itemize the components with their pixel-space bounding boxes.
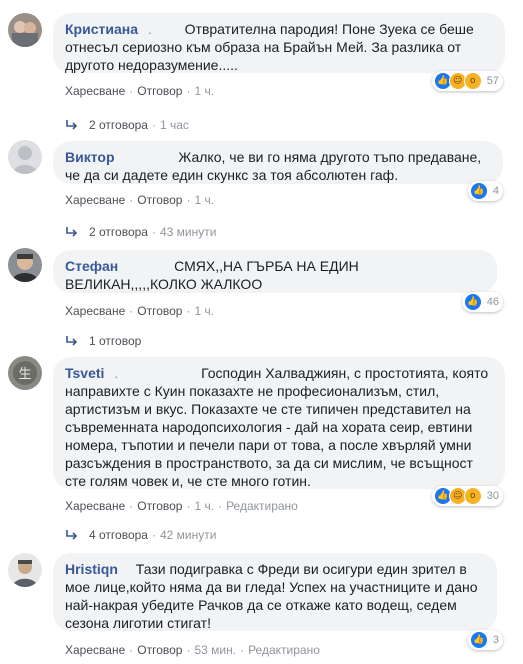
reaction-count: 3 xyxy=(492,634,499,646)
separator-dot: · xyxy=(129,304,134,318)
separator-dot: · xyxy=(151,118,156,132)
avatar[interactable] xyxy=(8,248,42,282)
svg-text:生: 生 xyxy=(18,367,31,382)
separator-dot: · xyxy=(129,643,134,657)
comment-author[interactable]: Стефан xyxy=(65,258,118,274)
avatar[interactable] xyxy=(8,553,42,587)
comment-bubble: Tsveti . Господин Халваджиян, с простоти… xyxy=(53,357,505,489)
name-separator: . xyxy=(114,365,118,381)
wow-icon: o xyxy=(463,487,482,505)
reaction-summary[interactable]: 👍 46 xyxy=(461,292,503,312)
comment-bubble: Виктор Жалко, че ви го няма другото тъпо… xyxy=(53,141,503,184)
comment-author[interactable]: Tsveti xyxy=(65,365,104,381)
reply-button[interactable]: Отговор xyxy=(137,193,182,207)
comment-author[interactable]: Виктор xyxy=(65,149,115,165)
like-button[interactable]: Харесване xyxy=(65,193,125,207)
avatar[interactable] xyxy=(8,13,42,47)
view-replies[interactable]: 1 отговор xyxy=(65,334,141,348)
comment-text: Тази подигравка с Фреди ви осигури един … xyxy=(65,561,478,631)
like-icon: 👍 xyxy=(463,293,482,311)
replies-time: 1 час xyxy=(159,118,189,132)
edited-label[interactable]: Редактирано xyxy=(248,643,320,657)
like-button[interactable]: Харесване xyxy=(65,499,125,513)
reaction-summary[interactable]: 👍 4 xyxy=(467,181,503,201)
separator-dot: · xyxy=(151,528,156,542)
replies-count[interactable]: 4 отговора xyxy=(89,528,148,542)
reaction-count: 46 xyxy=(486,296,499,308)
replies-count[interactable]: 2 отговора xyxy=(89,225,148,239)
reply-button[interactable]: Отговор xyxy=(137,84,182,98)
replies-count[interactable]: 1 отговор xyxy=(89,334,141,348)
separator-dot: · xyxy=(129,193,134,207)
replies-count[interactable]: 2 отговора xyxy=(89,118,148,132)
view-replies[interactable]: 2 отговора · 1 час xyxy=(65,118,189,132)
reply-arrow-icon xyxy=(66,336,78,346)
separator-dot: · xyxy=(186,84,191,98)
separator-dot: · xyxy=(218,499,223,513)
reaction-count: 4 xyxy=(492,185,499,197)
comment-text: Господин Халваджиян, с простотията, коят… xyxy=(65,365,489,489)
comment-actions: Харесване · Отговор · 1 ч. xyxy=(65,304,214,318)
reply-button[interactable]: Отговор xyxy=(137,499,182,513)
separator-dot: · xyxy=(186,304,191,318)
separator-dot: · xyxy=(129,499,134,513)
like-icon: 👍 xyxy=(469,182,488,200)
view-replies[interactable]: 4 отговора · 42 минути xyxy=(65,528,216,542)
timestamp[interactable]: 53 мин. xyxy=(194,643,236,657)
reply-arrow-icon xyxy=(66,120,78,130)
avatar[interactable] xyxy=(8,140,42,174)
reply-button[interactable]: Отговор xyxy=(137,643,182,657)
separator-dot: · xyxy=(186,193,191,207)
comment-actions: Харесване · Отговор · 1 ч. xyxy=(65,84,214,98)
comment-actions: Харесване · Отговор · 1 ч. xyxy=(65,193,214,207)
edited-label[interactable]: Редактирано xyxy=(226,499,298,513)
reaction-summary[interactable]: 👍 3 xyxy=(467,630,503,650)
timestamp[interactable]: 1 ч. xyxy=(194,193,214,207)
like-button[interactable]: Харесване xyxy=(65,84,125,98)
name-separator: . xyxy=(147,21,152,37)
comment-author[interactable]: Hristiqn xyxy=(65,561,118,577)
reply-button[interactable]: Отговор xyxy=(137,304,182,318)
avatar[interactable]: 生 xyxy=(8,356,42,390)
comment-actions: Харесване · Отговор · 1 ч. · Редактирано xyxy=(65,499,298,513)
separator-dot: · xyxy=(186,499,191,513)
replies-time: 42 минути xyxy=(159,528,217,542)
reaction-count: 57 xyxy=(486,75,499,87)
view-replies[interactable]: 2 отговора · 43 минути xyxy=(65,225,216,239)
like-button[interactable]: Харесване xyxy=(65,304,125,318)
timestamp[interactable]: 1 ч. xyxy=(194,499,214,513)
comment-author[interactable]: Кристиана xyxy=(65,21,138,37)
comment-text: Жалко, че ви го няма другото тъпо предав… xyxy=(65,149,482,183)
reply-arrow-icon xyxy=(66,530,78,540)
replies-time: 43 минути xyxy=(159,225,217,239)
timestamp[interactable]: 1 ч. xyxy=(194,304,214,318)
comment-bubble: Hristiqn Тази подигравка с Фреди ви осиг… xyxy=(53,553,497,631)
reaction-summary[interactable]: 👍 ☺ o 30 xyxy=(431,486,503,506)
wow-icon: o xyxy=(463,72,482,90)
reaction-summary[interactable]: 👍 ☺ o 57 xyxy=(431,71,503,91)
separator-dot: · xyxy=(129,84,134,98)
separator-dot: · xyxy=(151,225,156,239)
like-button[interactable]: Харесване xyxy=(65,643,125,657)
separator-dot: · xyxy=(186,643,191,657)
timestamp[interactable]: 1 ч. xyxy=(194,84,214,98)
reaction-count: 30 xyxy=(486,490,499,502)
comment-bubble: Стефан СМЯХ,,НА ГЪРБА НА ЕДИН ВЕЛИКАН,,,… xyxy=(53,250,497,293)
comment-actions: Харесване · Отговор · 53 мин. · Редактирано xyxy=(65,643,320,657)
separator-dot: · xyxy=(240,643,245,657)
reply-arrow-icon xyxy=(66,227,78,237)
comment-bubble: Кристиана . Отвратителна пародия! Поне З… xyxy=(53,13,505,73)
like-icon: 👍 xyxy=(469,631,488,649)
